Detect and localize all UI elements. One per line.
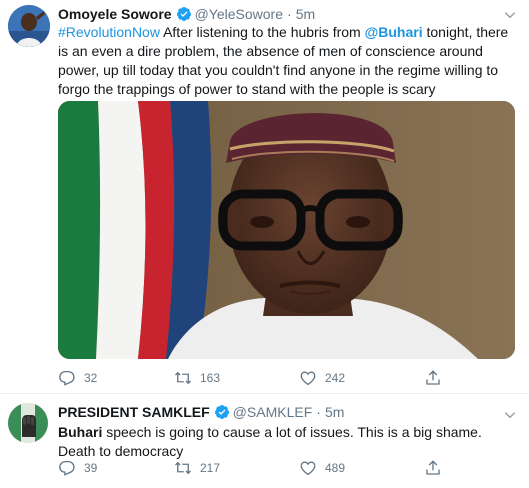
tweet-text-part: After listening to the hubris from — [159, 24, 365, 40]
hashtag-link[interactable]: #RevolutionNow — [58, 24, 160, 40]
author-name[interactable]: PRESIDENT SAMKLEF — [58, 403, 210, 421]
heart-icon — [300, 371, 316, 386]
reply-icon — [59, 370, 75, 386]
separator: · — [316, 404, 321, 420]
retweet-button[interactable]: 217 — [174, 458, 220, 478]
tweet-actions: 32 163 242 — [58, 368, 529, 388]
reply-button[interactable]: 32 — [58, 368, 97, 388]
timestamp[interactable]: 5m — [325, 403, 344, 421]
tweet-text: Buhari speech is going to cause a lot of… — [58, 423, 516, 461]
tweet-samklef[interactable]: PRESIDENT SAMKLEF @SAMKLEF · 5m Buhari s… — [0, 394, 529, 488]
like-button[interactable]: 242 — [299, 368, 345, 388]
like-button[interactable]: 489 — [299, 458, 345, 478]
retweet-button[interactable]: 163 — [174, 368, 220, 388]
reply-button[interactable]: 39 — [58, 458, 97, 478]
share-icon — [426, 460, 440, 475]
reply-count: 32 — [84, 371, 98, 385]
retweet-icon — [175, 371, 191, 385]
retweet-icon — [175, 461, 191, 475]
reply-icon — [59, 460, 75, 476]
like-count: 242 — [325, 371, 346, 385]
tweet-text: #RevolutionNow After listening to the hu… — [58, 23, 518, 99]
separator: · — [287, 6, 292, 22]
tweet-actions: 39 217 489 — [58, 458, 529, 478]
tweet-photo[interactable] — [58, 101, 515, 359]
tweet-header: PRESIDENT SAMKLEF @SAMKLEF · 5m — [58, 403, 515, 421]
author-handle[interactable]: @SAMKLEF — [233, 403, 313, 421]
tweet-text-bold: Buhari — [58, 424, 103, 440]
retweet-count: 217 — [200, 461, 221, 475]
mention-link[interactable]: @Buhari — [365, 24, 423, 40]
share-button[interactable] — [424, 458, 450, 478]
chevron-down-icon[interactable] — [503, 8, 517, 22]
verified-badge-icon — [176, 7, 191, 21]
tweet-header: Omoyele Sowore @YeleSowore · 5m — [58, 5, 515, 23]
photo-portrait — [58, 101, 515, 359]
tweet-text-part: speech is going to cause a lot of issues… — [58, 424, 482, 459]
verified-badge-icon — [214, 405, 229, 419]
avatar-image — [8, 5, 50, 47]
heart-icon — [300, 461, 316, 476]
retweet-count: 163 — [200, 371, 221, 385]
author-handle[interactable]: @YeleSowore — [195, 5, 283, 23]
share-icon — [426, 370, 440, 385]
reply-count: 39 — [84, 461, 98, 475]
like-count: 489 — [325, 461, 346, 475]
avatar[interactable] — [8, 403, 48, 443]
share-button[interactable] — [424, 368, 450, 388]
tweet-sowore[interactable]: Omoyele Sowore @YeleSowore · 5m #Revolut… — [0, 0, 529, 394]
author-name[interactable]: Omoyele Sowore — [58, 5, 172, 23]
avatar[interactable] — [8, 5, 50, 47]
avatar-image — [8, 403, 48, 443]
timestamp[interactable]: 5m — [296, 5, 315, 23]
chevron-down-icon[interactable] — [503, 408, 517, 422]
